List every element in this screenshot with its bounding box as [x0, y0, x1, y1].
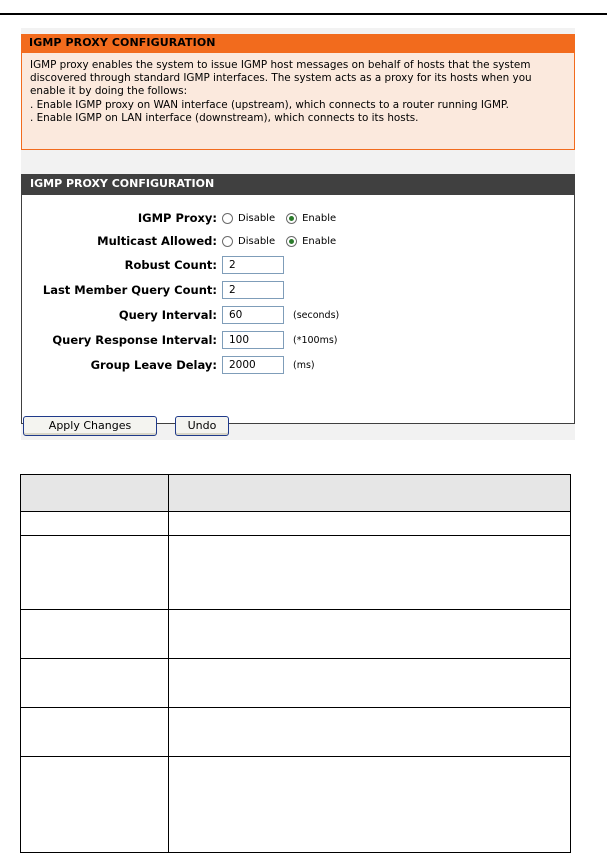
query-response-label: Query Response Interval: — [52, 333, 217, 347]
query-response-row: Query Response Interval: 100 (*100ms) — [22, 329, 562, 351]
table-row — [20, 535, 571, 610]
multicast-enable-option[interactable]: Enable — [286, 235, 337, 247]
table-cell — [168, 756, 571, 853]
igmp-proxy-disable-label: Disable — [238, 212, 276, 224]
table-cell — [20, 707, 169, 757]
igmp-proxy-enable-label: Enable — [302, 212, 337, 224]
table-cell — [168, 609, 571, 659]
robust-count-label: Robust Count: — [124, 258, 217, 272]
table-row — [20, 658, 571, 708]
query-interval-input[interactable]: 60 — [222, 306, 284, 324]
table-row — [20, 707, 571, 757]
last-member-input[interactable]: 2 — [222, 281, 284, 299]
info-description: IGMP proxy enables the system to issue I… — [21, 52, 575, 150]
table-row — [20, 511, 571, 536]
query-response-unit: (*100ms) — [293, 334, 338, 346]
info-line: IGMP proxy enables the system to issue I… — [30, 59, 531, 71]
igmp-proxy-row: IGMP Proxy: Disable Enable — [22, 207, 562, 229]
table-cell — [20, 658, 169, 708]
igmp-proxy-screenshot: IGMP PROXY CONFIGURATION IGMP proxy enab… — [21, 28, 575, 440]
multicast-disable-radio[interactable] — [222, 235, 233, 247]
query-interval-label: Query Interval: — [118, 308, 217, 322]
last-member-label: Last Member Query Count: — [42, 283, 217, 297]
description-table — [20, 474, 571, 853]
table-cell — [20, 609, 169, 659]
info-title: IGMP PROXY CONFIGURATION — [21, 34, 575, 52]
robust-count-row: Robust Count: 2 — [22, 254, 562, 276]
table-row — [20, 756, 571, 853]
table-cell — [168, 707, 571, 757]
igmp-proxy-disable-radio[interactable] — [222, 212, 233, 224]
query-interval-row: Query Interval: 60 (seconds) — [22, 304, 562, 326]
info-line: discovered through standard IGMP interfa… — [30, 72, 532, 85]
group-leave-label: Group Leave Delay: — [90, 358, 217, 372]
last-member-row: Last Member Query Count: 2 — [22, 279, 562, 301]
table-cell — [168, 658, 571, 708]
multicast-label: Multicast Allowed: — [97, 234, 217, 248]
table-header-cell — [20, 474, 169, 512]
multicast-disable-option[interactable]: Disable — [222, 235, 276, 247]
query-interval-unit: (seconds) — [293, 309, 340, 321]
group-leave-row: Group Leave Delay: 2000 (ms) — [22, 354, 562, 376]
info-line: . Enable IGMP proxy on WAN interface (up… — [30, 98, 509, 111]
page-top-rule — [0, 13, 607, 15]
robust-count-input[interactable]: 2 — [222, 256, 284, 274]
query-response-input[interactable]: 100 — [222, 331, 284, 349]
info-line: . Enable IGMP on LAN interface (downstre… — [30, 111, 419, 124]
table-cell — [168, 511, 571, 536]
igmp-proxy-label: IGMP Proxy: — [137, 211, 217, 225]
table-cell — [20, 535, 169, 610]
table-cell — [20, 511, 169, 536]
table-header-cell — [168, 474, 571, 512]
config-title: IGMP PROXY CONFIGURATION — [21, 174, 575, 194]
multicast-row: Multicast Allowed: Disable Enable — [22, 230, 562, 252]
multicast-enable-radio[interactable] — [286, 235, 298, 247]
undo-button[interactable]: Undo — [175, 416, 229, 436]
igmp-proxy-disable-option[interactable]: Disable — [222, 212, 276, 224]
table-header-row — [20, 474, 571, 512]
config-form: IGMP Proxy: Disable Enable Multicast All… — [21, 194, 575, 424]
table-cell — [168, 535, 571, 610]
igmp-proxy-enable-option[interactable]: Enable — [286, 212, 337, 224]
igmp-proxy-enable-radio[interactable] — [286, 212, 298, 224]
group-leave-input[interactable]: 2000 — [222, 356, 284, 374]
apply-changes-button[interactable]: Apply Changes — [23, 416, 157, 436]
table-cell — [20, 756, 169, 853]
info-line: enable it by doing the follows: — [30, 85, 188, 98]
group-leave-unit: (ms) — [293, 359, 315, 371]
table-row — [20, 609, 571, 659]
multicast-enable-label: Enable — [302, 235, 337, 247]
multicast-disable-label: Disable — [238, 235, 276, 247]
